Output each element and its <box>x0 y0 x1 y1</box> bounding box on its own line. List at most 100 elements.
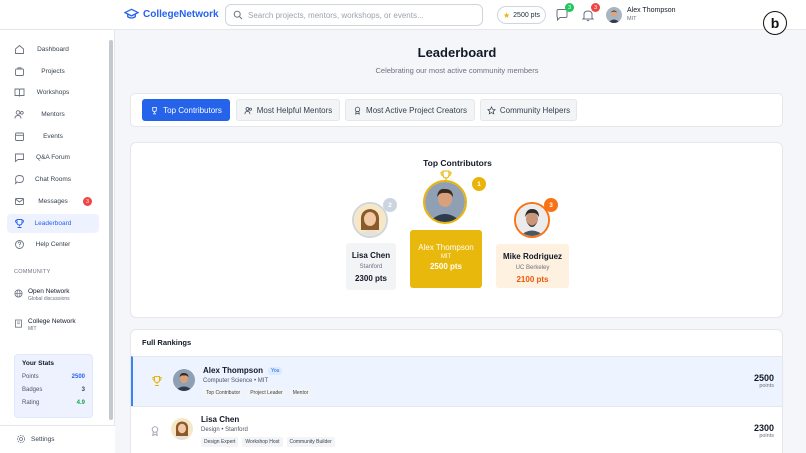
sidebar-item-label: Projects <box>41 68 65 75</box>
podium-title: Top Contributors <box>423 158 492 168</box>
sidebar-item-label: Workshops <box>36 89 70 96</box>
tag: Workshop Host <box>242 437 283 447</box>
page-title: Leaderboard <box>417 45 497 60</box>
rank-tags: Top Contributor Project Leader Mentor <box>203 388 312 398</box>
podium-school: UC Berkeley <box>515 265 550 271</box>
sidebar-item-label: Events <box>43 133 63 140</box>
community-name: College Network <box>28 318 76 325</box>
leaderboard-tabs: Top Contributors Most Helpful Mentors Mo… <box>130 93 783 127</box>
chat-button[interactable]: 3 <box>555 3 574 22</box>
star-icon <box>486 105 496 115</box>
app-logo[interactable]: CollegeNetwork <box>124 8 219 20</box>
points-value: 2500 <box>753 373 774 383</box>
community-sub: MIT <box>28 326 37 332</box>
stat-value: 3 <box>81 387 85 393</box>
second-place-block[interactable]: Lisa Chen Stanford 2300 pts <box>346 243 396 290</box>
stat-label: Rating <box>22 400 40 406</box>
tag: Project Leader <box>247 388 286 398</box>
page-subtitle: Celebrating our most active community me… <box>375 66 539 75</box>
sidebar-scrollbar[interactable] <box>109 40 113 420</box>
rankings-title: Full Rankings <box>142 338 192 347</box>
graduation-cap-icon <box>124 8 139 19</box>
podium-name: Alex Thompson <box>418 243 474 252</box>
tab-most-helpful-mentors[interactable]: Most Helpful Mentors <box>236 99 340 121</box>
tab-most-active-project-creators[interactable]: Most Active Project Creators <box>345 99 475 121</box>
settings-label: Settings <box>31 435 55 443</box>
tab-label: Community Helpers <box>499 105 571 115</box>
points-value: 2300 <box>753 423 774 433</box>
gear-icon <box>17 435 25 443</box>
first-place-avatar[interactable] <box>423 180 467 224</box>
tag: Community Builder <box>286 437 335 447</box>
search-input[interactable] <box>248 10 468 20</box>
sidebar-item-workshops[interactable]: Workshops <box>7 83 99 102</box>
rank-name: Alex Thompson You <box>203 366 283 375</box>
podium-points: 2300 pts <box>354 274 388 283</box>
search-icon <box>233 10 243 20</box>
stat-row-rating: Rating 4.9 <box>22 397 85 410</box>
stat-label: Points <box>22 374 39 380</box>
rank-badge-3: 3 <box>544 198 558 212</box>
sidebar-item-mentors[interactable]: Mentors <box>7 105 99 124</box>
sidebar-item-events[interactable]: Events <box>7 127 99 146</box>
community-open-network[interactable]: Open Network Global discussions <box>14 288 70 303</box>
podium-points: 2100 pts <box>516 275 549 284</box>
sidebar-item-label: Chat Rooms <box>34 176 72 183</box>
first-place-block[interactable]: Alex Thompson MIT 2500 pts <box>410 230 482 288</box>
rank-name-text: Lisa Chen <box>201 415 240 424</box>
third-place-block[interactable]: Mike Rodriguez UC Berkeley 2100 pts <box>496 244 569 288</box>
sidebar-item-leaderboard[interactable]: Leaderboard <box>7 214 99 233</box>
podium-card: Top Contributors 2 Lisa Chen Stanford 23… <box>130 142 783 318</box>
user-name: Alex Thompson <box>627 7 676 14</box>
community-sub: Global discussions <box>28 296 70 302</box>
top-header: CollegeNetwork ★ 2500 pts 3 3 Alex Thomp… <box>0 0 806 35</box>
sidebar-item-projects[interactable]: Projects <box>7 62 99 81</box>
full-rankings-card: Full Rankings Alex Thompson You Computer… <box>130 329 783 453</box>
sidebar-item-qa-forum[interactable]: Q&A Forum <box>7 148 99 167</box>
sidebar-item-label: Leaderboard <box>34 220 72 227</box>
you-badge: You <box>268 366 283 375</box>
table-row[interactable]: Alex Thompson You Computer Science • MIT… <box>131 356 782 406</box>
podium-points: 2500 pts <box>429 262 463 271</box>
tab-top-contributors[interactable]: Top Contributors <box>142 99 230 121</box>
main-content: Leaderboard Celebrating our most active … <box>115 30 806 453</box>
community-college-network[interactable]: College Network MIT <box>14 318 76 333</box>
settings-link[interactable]: Settings <box>16 434 55 444</box>
trophy-icon <box>152 376 162 386</box>
sidebar-item-dashboard[interactable]: Dashboard <box>7 40 99 59</box>
table-row[interactable]: Lisa Chen Design • Stanford Design Exper… <box>131 406 782 453</box>
search-bar[interactable] <box>225 4 483 26</box>
tab-community-helpers[interactable]: Community Helpers <box>480 99 577 121</box>
tab-label: Most Helpful Mentors <box>256 105 333 115</box>
rank-badge-1: 1 <box>472 177 486 191</box>
points-pill[interactable]: ★ 2500 pts <box>497 6 546 24</box>
messages-badge: 3 <box>83 197 92 206</box>
points-label: points <box>759 383 774 389</box>
sidebar-item-label: Q&A Forum <box>36 154 70 161</box>
tab-label: Most Active Project Creators <box>366 105 467 115</box>
user-menu[interactable]: Alex Thompson MIT <box>606 6 676 23</box>
notifications-button[interactable]: 3 <box>581 3 600 22</box>
sidebar-item-label: Help Center <box>35 241 71 248</box>
medal-icon <box>354 106 361 115</box>
sidebar-item-label: Mentors <box>41 111 65 118</box>
sidebar-item-label: Dashboard <box>37 46 69 53</box>
community-section-title: COMMUNITY <box>14 269 51 275</box>
trophy-icon <box>152 106 157 114</box>
users-icon <box>244 106 252 114</box>
sidebar-item-chat-rooms[interactable]: Chat Rooms <box>7 170 99 189</box>
podium-name: Mike Rodriguez <box>502 252 563 261</box>
globe-icon <box>14 289 23 298</box>
user-avatar <box>606 6 622 23</box>
sidebar-item-help-center[interactable]: Help Center <box>7 235 99 254</box>
stats-title: Your Stats <box>22 360 55 367</box>
chat-badge: 3 <box>565 3 574 12</box>
rank-badge-2: 2 <box>383 198 397 212</box>
stat-label: Badges <box>22 387 43 393</box>
podium-school: Stanford <box>359 264 383 270</box>
rank-subtitle: Computer Science • MIT <box>203 378 269 384</box>
sidebar-item-messages[interactable]: Messages 3 <box>7 192 99 211</box>
community-name: Open Network <box>28 288 70 295</box>
stat-row-badges: Badges 3 <box>22 384 85 397</box>
rank-name-text: Alex Thompson <box>203 366 264 375</box>
